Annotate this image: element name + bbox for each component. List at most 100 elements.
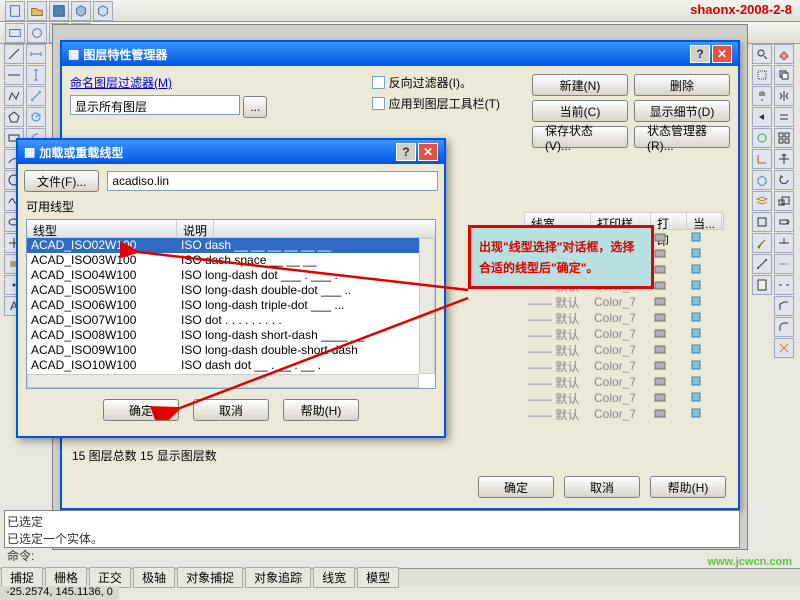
layer-row[interactable]: —— 默认Color_7 — [524, 294, 724, 310]
current-layer-button[interactable]: 当前(C) — [532, 100, 628, 122]
horizontal-scrollbar[interactable] — [27, 374, 419, 388]
model-toggle[interactable]: 模型 — [357, 567, 399, 588]
tool-r2a-icon[interactable] — [5, 23, 25, 43]
props-icon[interactable] — [752, 212, 772, 232]
mod-rotate-icon[interactable] — [774, 170, 794, 190]
layer-cancel-button[interactable]: 取消 — [564, 476, 640, 498]
polar-toggle[interactable]: 极轴 — [133, 567, 175, 588]
layer-dialog-titlebar[interactable]: ▦ 图层特性管理器 ? ✕ — [62, 42, 738, 66]
ucs-icon[interactable] — [752, 149, 772, 169]
col-description[interactable]: 说明 — [177, 220, 214, 237]
linetype-row[interactable]: ACAD_ISO06W100ISO long-dash triple-dot _… — [27, 298, 435, 313]
linetype-row[interactable]: ACAD_ISO08W100ISO long-dash short-dash _… — [27, 328, 435, 343]
linetype-row[interactable]: ACAD_ISO04W100ISO long-dash dot ___ . __… — [27, 268, 435, 283]
col-plot[interactable]: 打印 — [651, 213, 687, 229]
layer-row[interactable]: —— 默认Color_7 — [524, 374, 724, 390]
mod-offset-icon[interactable] — [774, 107, 794, 127]
pline-tool-icon[interactable] — [4, 86, 24, 106]
mod-fillet-icon[interactable] — [774, 317, 794, 337]
view-icon[interactable] — [752, 170, 772, 190]
line-tool-icon[interactable] — [4, 44, 24, 64]
help-button-icon[interactable]: ? — [690, 45, 710, 63]
linetype-row[interactable]: ACAD_ISO09W100ISO long-dash double-short… — [27, 343, 435, 358]
layer-ok-button[interactable]: 确定 — [478, 476, 554, 498]
save-state-button[interactable]: 保存状态(V)... — [532, 126, 628, 148]
layer-row[interactable]: —— 默认Color_7 — [524, 310, 724, 326]
tool-cube-icon[interactable] — [71, 1, 91, 21]
mod-scale-icon[interactable] — [774, 191, 794, 211]
layer-icon[interactable] — [752, 191, 772, 211]
match-icon[interactable] — [752, 233, 772, 253]
tool-cube2-icon[interactable] — [93, 1, 113, 21]
polygon-tool-icon[interactable] — [4, 107, 24, 127]
dim-tool-b-icon[interactable] — [26, 65, 46, 85]
command-window[interactable]: 已选定 已选定一个实体。 命令: — [4, 510, 740, 548]
orbit-icon[interactable] — [752, 128, 772, 148]
dist-icon[interactable] — [752, 254, 772, 274]
linetype-table[interactable]: 线型 说明 ACAD_ISO02W100ISO dash __ __ __ __… — [26, 219, 436, 389]
mod-explode-icon[interactable] — [774, 338, 794, 358]
tool-new-icon[interactable] — [5, 1, 25, 21]
snap-toggle[interactable]: 捕捉 — [1, 567, 43, 588]
layer-row[interactable]: —— 默认Color_7 — [524, 406, 724, 422]
linetype-row[interactable]: ACAD_ISO02W100ISO dash __ __ __ __ __ __ — [27, 238, 435, 253]
invert-filter-checkbox[interactable] — [372, 76, 385, 89]
mod-break-icon[interactable] — [774, 275, 794, 295]
tool-open-icon[interactable] — [27, 1, 47, 21]
linetype-help-button[interactable]: 帮助(H) — [283, 399, 359, 421]
tool-save-icon[interactable] — [49, 1, 69, 21]
linetype-dialog-titlebar[interactable]: ▦ 加载或重载线型 ? ✕ — [18, 140, 444, 164]
col-linetype[interactable]: 线型 — [27, 220, 177, 237]
otrack-toggle[interactable]: 对象追踪 — [245, 567, 311, 588]
linetype-row[interactable]: ACAD_ISO03W100ISO dash space __ __ __ — [27, 253, 435, 268]
file-input[interactable]: acadiso.lin — [107, 171, 438, 191]
filter-dropdown[interactable]: 显示所有图层 — [70, 95, 240, 115]
dim-tool-a-icon[interactable] — [26, 44, 46, 64]
detail-button[interactable]: 显示细节(D) — [634, 100, 730, 122]
grid-toggle[interactable]: 栅格 — [45, 567, 87, 588]
layer-row[interactable]: —— 默认Color_7 — [524, 342, 724, 358]
new-layer-button[interactable]: 新建(N) — [532, 74, 628, 96]
delete-layer-button[interactable]: 删除 — [634, 74, 730, 96]
vertical-scrollbar[interactable] — [419, 238, 435, 374]
apply-toolbar-checkbox[interactable] — [372, 97, 385, 110]
lwt-toggle[interactable]: 线宽 — [313, 567, 355, 588]
linetype-cancel-button[interactable]: 取消 — [193, 399, 269, 421]
linetype-row[interactable]: ACAD_ISO10W100ISO dash dot __ . __ . __ … — [27, 358, 435, 373]
mod-copy-icon[interactable] — [774, 65, 794, 85]
zoom-win-icon[interactable] — [752, 65, 772, 85]
mod-extend-icon[interactable] — [774, 254, 794, 274]
col-when[interactable]: 当... — [687, 213, 722, 229]
zoom-prev-icon[interactable] — [752, 107, 772, 127]
mod-chamfer-icon[interactable] — [774, 296, 794, 316]
layer-row[interactable]: —— 默认Color_7 — [524, 358, 724, 374]
layer-row[interactable]: —— 默认Color_7 — [524, 390, 724, 406]
xline-tool-icon[interactable] — [4, 65, 24, 85]
mod-erase-icon[interactable] — [774, 44, 794, 64]
close-button-icon[interactable]: ✕ — [418, 143, 438, 161]
pan-icon[interactable] — [752, 86, 772, 106]
filter-more-button[interactable]: ... — [243, 96, 267, 118]
osnap-toggle[interactable]: 对象捕捉 — [177, 567, 243, 588]
help-button-icon[interactable]: ? — [396, 143, 416, 161]
close-button-icon[interactable]: ✕ — [712, 45, 732, 63]
mod-array-icon[interactable] — [774, 128, 794, 148]
dim-tool-d-icon[interactable] — [26, 107, 46, 127]
tool-r2b-icon[interactable] — [27, 23, 47, 43]
file-button[interactable]: 文件(F)... — [24, 170, 99, 192]
linetype-row[interactable]: ACAD_ISO05W100ISO long-dash double-dot _… — [27, 283, 435, 298]
linetype-row[interactable]: ACAD_ISO07W100ISO dot . . . . . . . . . — [27, 313, 435, 328]
filter-link[interactable]: 命名图层过滤器(M) — [70, 74, 172, 91]
layer-row[interactable]: —— 默认Color_7 — [524, 326, 724, 342]
calc-icon[interactable] — [752, 275, 772, 295]
dim-tool-c-icon[interactable] — [26, 86, 46, 106]
mod-trim-icon[interactable] — [774, 233, 794, 253]
mod-mirror-icon[interactable] — [774, 86, 794, 106]
mod-stretch-icon[interactable] — [774, 212, 794, 232]
mod-move-icon[interactable] — [774, 149, 794, 169]
state-mgr-button[interactable]: 状态管理器(R)... — [634, 126, 730, 148]
layer-help-button[interactable]: 帮助(H) — [650, 476, 726, 498]
ortho-toggle[interactable]: 正交 — [89, 567, 131, 588]
linetype-ok-button[interactable]: 确定 — [103, 399, 179, 421]
zoom-rt-icon[interactable] — [752, 44, 772, 64]
